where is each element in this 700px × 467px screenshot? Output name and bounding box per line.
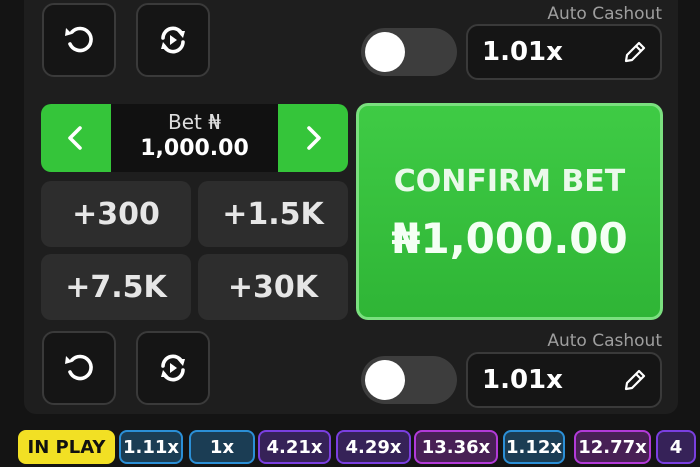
chevron-right-icon — [307, 126, 321, 150]
auto-repeat-button[interactable] — [136, 3, 210, 77]
auto-cashout-label: Auto Cashout — [547, 331, 662, 351]
undo-button[interactable] — [42, 3, 116, 77]
bet-label: Bet ₦ — [168, 110, 221, 134]
cashout-value: 1.01x — [482, 37, 563, 67]
quick-add-300-button[interactable]: +300 — [41, 181, 191, 247]
bet-display: Bet ₦ 1,000.00 — [111, 104, 278, 172]
in-play-badge: IN PLAY — [18, 430, 115, 464]
multiplier-pill[interactable]: 4.21x — [258, 430, 331, 464]
chevron-left-icon — [68, 126, 82, 150]
confirm-bet-amount: ₦1,000.00 — [391, 214, 628, 263]
bet-amount-stepper: Bet ₦ 1,000.00 — [41, 104, 348, 172]
auto-cashout-input[interactable]: 1.01x — [466, 352, 662, 408]
multiplier-pill[interactable]: 4 — [656, 430, 696, 464]
auto-cashout-toggle[interactable] — [361, 356, 457, 404]
toggle-knob — [365, 360, 405, 400]
repeat-icon — [161, 354, 185, 382]
auto-cashout-input[interactable]: 1.01x — [466, 24, 662, 80]
multiplier-pill[interactable]: 1.11x — [119, 430, 183, 464]
multiplier-pill[interactable]: 13.36x — [414, 430, 498, 464]
cashout-value: 1.01x — [482, 365, 563, 395]
bet-amount: 1,000.00 — [140, 136, 249, 161]
confirm-bet-title: CONFIRM BET — [393, 164, 626, 199]
pencil-icon[interactable] — [622, 367, 648, 393]
multiplier-pill[interactable]: 1.12x — [503, 430, 565, 464]
auto-cashout-toggle[interactable] — [361, 28, 457, 76]
repeat-icon — [161, 26, 185, 54]
decrease-bet-button[interactable] — [41, 104, 111, 172]
quick-add-1-5k-button[interactable]: +1.5K — [198, 181, 348, 247]
quick-add-7-5k-button[interactable]: +7.5K — [41, 254, 191, 320]
increase-bet-button[interactable] — [278, 104, 348, 172]
toggle-knob — [365, 32, 405, 72]
multiplier-pill[interactable]: 1x — [189, 430, 255, 464]
undo-icon — [65, 354, 93, 381]
confirm-bet-button[interactable]: CONFIRM BET ₦1,000.00 — [356, 103, 663, 320]
multiplier-pill[interactable]: 4.29x — [336, 430, 411, 464]
quick-add-30k-button[interactable]: +30K — [198, 254, 348, 320]
auto-cashout-label: Auto Cashout — [547, 4, 662, 24]
pencil-icon[interactable] — [622, 39, 648, 65]
undo-icon — [65, 26, 93, 53]
auto-repeat-button[interactable] — [136, 331, 210, 405]
multiplier-pill[interactable]: 12.77x — [574, 430, 651, 464]
undo-button[interactable] — [42, 331, 116, 405]
